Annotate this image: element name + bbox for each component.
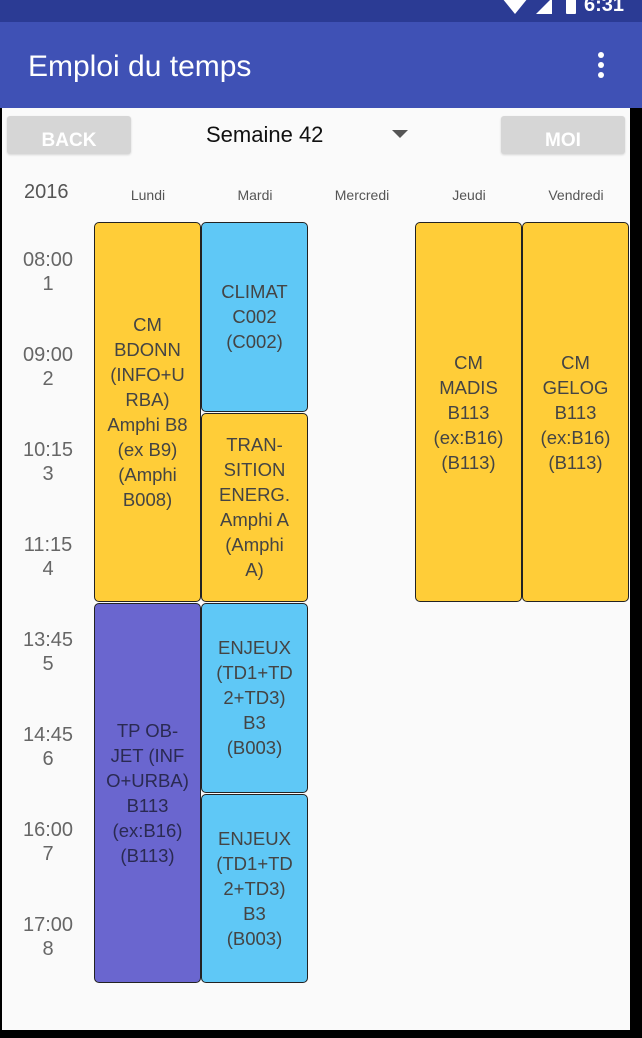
time-slot-time: 09:00 bbox=[22, 344, 74, 366]
time-slot: 11:15 4 bbox=[10, 533, 86, 581]
back-button[interactable]: BACK bbox=[7, 116, 131, 154]
course-text: CM MADIS B113 (ex:B16) (B113) bbox=[433, 351, 504, 473]
app-title: Emploi du temps bbox=[28, 50, 252, 83]
course-block[interactable]: TRAN- SITION ENERG. Amphi A (Amphi A) bbox=[201, 412, 308, 603]
course-text: CM GELOG B113 (ex:B16) (B113) bbox=[540, 351, 611, 473]
screen-edge bbox=[630, 108, 642, 1030]
time-slot-time: 16:00 bbox=[22, 819, 74, 841]
dropdown-arrow-icon[interactable] bbox=[392, 130, 408, 138]
moi-button-label: MOI bbox=[545, 130, 581, 151]
course-block[interactable]: ENJEUX (TD1+TD 2+TD3) B3 (B003) bbox=[201, 793, 308, 984]
status-icons: 6:31 bbox=[501, 0, 624, 17]
time-slot: 14:45 6 bbox=[10, 723, 86, 771]
course-block[interactable]: CM BDONN (INFO+U RBA) Amphi B8 (ex B9) (… bbox=[94, 222, 201, 603]
time-slot: 13:45 5 bbox=[10, 628, 86, 676]
time-slot-number: 3 bbox=[42, 463, 54, 485]
day-header-mardi: Mardi bbox=[237, 187, 273, 203]
time-slot-time: 13:45 bbox=[22, 629, 74, 651]
time-slot-number: 4 bbox=[42, 558, 54, 580]
moi-button[interactable]: MOI bbox=[501, 116, 625, 154]
wifi-icon bbox=[501, 0, 528, 14]
time-slot-number: 7 bbox=[42, 843, 54, 865]
status-bar: 6:31 bbox=[0, 0, 642, 22]
time-slot-number: 5 bbox=[42, 653, 54, 675]
course-text: ENJEUX (TD1+TD 2+TD3) B3 (B003) bbox=[216, 637, 293, 759]
time-slot-number: 8 bbox=[42, 938, 54, 960]
time-slot-time: 17:00 bbox=[22, 914, 74, 936]
course-block[interactable]: CM MADIS B113 (ex:B16) (B113) bbox=[415, 222, 522, 603]
course-text: TP OB- JET (INF O+URBA) B113 (ex:B16) (B… bbox=[106, 720, 189, 867]
time-slot: 08:00 1 bbox=[10, 248, 86, 296]
battery-icon bbox=[565, 0, 576, 14]
time-slot-number: 1 bbox=[42, 273, 54, 295]
course-block[interactable]: CLIMAT C002 (C002) bbox=[201, 222, 308, 412]
time-slot-time: 14:45 bbox=[22, 724, 74, 746]
week-selector[interactable]: Semaine 42 bbox=[206, 122, 323, 148]
time-slot-number: 6 bbox=[42, 748, 54, 770]
course-block[interactable]: CM GELOG B113 (ex:B16) (B113) bbox=[522, 222, 629, 603]
overflow-menu-icon[interactable] bbox=[596, 52, 606, 78]
app-bar: Emploi du temps bbox=[0, 22, 642, 108]
time-slot-number: 2 bbox=[42, 368, 54, 390]
time-slot: 16:00 7 bbox=[10, 818, 86, 866]
time-slot: 17:00 8 bbox=[10, 913, 86, 961]
day-header-mercredi: Mercredi bbox=[334, 187, 390, 203]
time-slot-time: 11:15 bbox=[23, 534, 73, 556]
navigation-bar bbox=[0, 1030, 642, 1038]
course-block[interactable]: ENJEUX (TD1+TD 2+TD3) B3 (B003) bbox=[201, 603, 308, 793]
day-header-jeudi: Jeudi bbox=[452, 187, 486, 203]
time-slot-time: 10:15 bbox=[22, 439, 74, 461]
back-button-label: BACK bbox=[41, 130, 97, 151]
course-text: ENJEUX (TD1+TD 2+TD3) B3 (B003) bbox=[216, 828, 293, 950]
day-header-vendredi: Vendredi bbox=[548, 187, 604, 203]
course-text: TRAN- SITION ENERG. Amphi A (Amphi A) bbox=[219, 434, 290, 581]
signal-icon bbox=[535, 0, 552, 14]
day-header-lundi: Lundi bbox=[130, 187, 166, 203]
course-text: CM BDONN (INFO+U RBA) Amphi B8 (ex B9) (… bbox=[107, 314, 188, 511]
status-time: 6:31 bbox=[583, 0, 624, 16]
time-slot-time: 08:00 bbox=[22, 249, 74, 271]
year-label: 2016 bbox=[24, 181, 69, 203]
time-slot: 09:00 2 bbox=[10, 343, 86, 391]
time-slot: 10:15 3 bbox=[10, 438, 86, 486]
course-text: CLIMAT C002 (C002) bbox=[221, 281, 288, 353]
timetable-screen: BACK Semaine 42 MOI 2016 Lundi Mardi Mercr… bbox=[2, 108, 630, 1030]
course-block[interactable]: TP OB- JET (INF O+URBA) B113 (ex:B16) (B… bbox=[94, 603, 201, 984]
